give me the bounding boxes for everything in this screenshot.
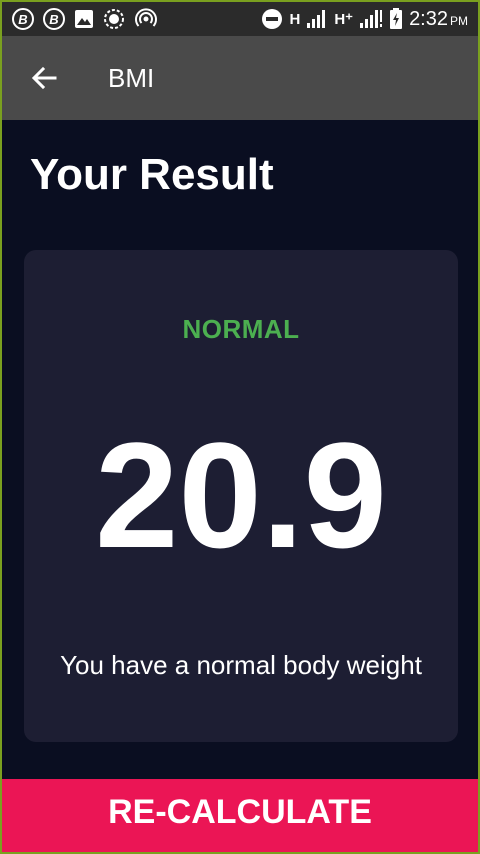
bmi-value: 20.9: [95, 411, 387, 579]
signal-icon: [306, 9, 328, 29]
back-button[interactable]: [24, 58, 64, 98]
bmi-status-label: NORMAL: [182, 314, 300, 344]
image-icon: [74, 9, 94, 29]
recalculate-button[interactable]: RE-CALCULATE: [2, 779, 478, 852]
status-clock: 2:32 PM: [409, 7, 468, 30]
app-screen: B B H H⁺ 2:32 PM BMI Your Result NORMAL …: [2, 2, 478, 852]
network-type-label: H⁺: [334, 11, 354, 28]
page-title: Your Result: [30, 150, 274, 199]
result-card: NORMAL 20.9 You have a normal body weigh…: [24, 250, 458, 742]
status-bar: B B H H⁺ 2:32 PM: [2, 2, 478, 36]
network-type-label: H: [289, 10, 301, 28]
app-title: BMI: [108, 62, 155, 93]
app-bar: BMI: [2, 36, 478, 120]
bmi-interpretation: You have a normal body weight: [60, 650, 422, 680]
do-not-disturb-icon: [261, 8, 283, 30]
hotspot-icon: [134, 8, 158, 30]
sync-icon: [103, 8, 125, 30]
b-coin-icon: B: [43, 8, 65, 30]
signal-icon: [359, 9, 383, 29]
arrow-back-icon: [31, 66, 57, 90]
battery-charging-icon: [389, 8, 403, 30]
b-coin-icon: B: [12, 8, 34, 30]
